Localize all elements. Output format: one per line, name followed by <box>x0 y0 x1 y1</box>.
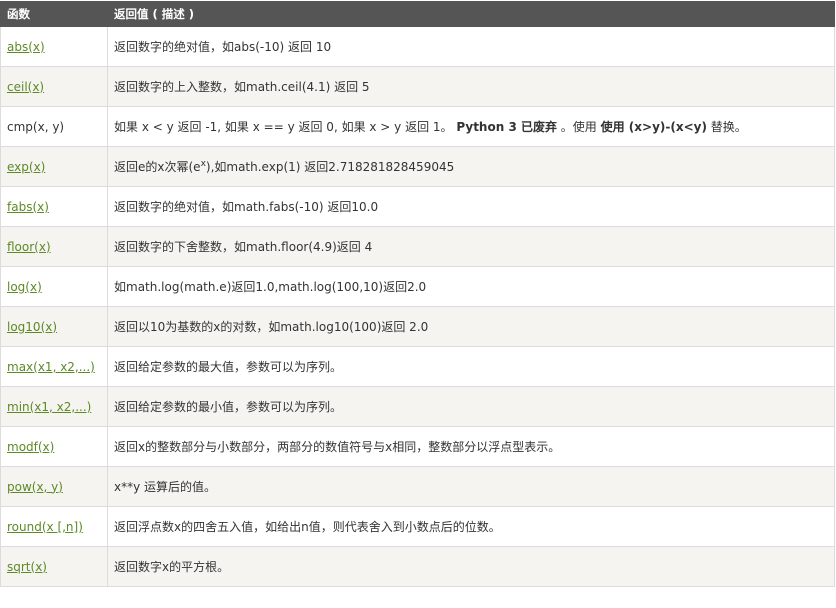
function-description: 如果 x < y 返回 -1, 如果 x == y 返回 0, 如果 x > y… <box>107 106 835 147</box>
function-link-exp[interactable]: exp(x) <box>7 160 45 174</box>
function-link-round[interactable]: round(x [,n]) <box>7 520 83 534</box>
desc-text: 。使用 <box>556 120 601 134</box>
table-row: log10(x) 返回以10为基数的x的对数，如math.log10(100)返… <box>0 306 835 347</box>
function-link-min[interactable]: min(x1, x2,...) <box>7 400 91 414</box>
table-row: log(x) 如math.log(math.e)返回1.0,math.log(1… <box>0 266 835 307</box>
table-row: exp(x) 返回e的x次幂(ex),如math.exp(1) 返回2.7182… <box>0 146 835 187</box>
function-name-cmp: cmp(x, y) <box>7 119 65 134</box>
function-link-modf[interactable]: modf(x) <box>7 440 54 454</box>
function-description: 返回数字的上入整数，如math.ceil(4.1) 返回 5 <box>107 66 835 107</box>
function-link-max[interactable]: max(x1, x2,...) <box>7 360 95 374</box>
table-row: cmp(x, y) 如果 x < y 返回 -1, 如果 x == y 返回 0… <box>0 106 835 147</box>
function-link-ceil[interactable]: ceil(x) <box>7 80 44 94</box>
header-return-value: 返回值 ( 描述 ) <box>107 1 835 27</box>
table-row: round(x [,n]) 返回浮点数x的四舍五入值，如给出n值，则代表舍入到小… <box>0 506 835 547</box>
header-row: 函数 返回值 ( 描述 ) <box>0 1 835 27</box>
function-description: 返回浮点数x的四舍五入值，如给出n值，则代表舍入到小数点后的位数。 <box>107 506 835 547</box>
desc-text: 替换。 <box>706 120 747 134</box>
function-link-abs[interactable]: abs(x) <box>7 40 45 54</box>
function-link-log[interactable]: log(x) <box>7 280 42 294</box>
function-description: 返回e的x次幂(ex),如math.exp(1) 返回2.71828182845… <box>107 146 835 187</box>
table-row: floor(x) 返回数字的下舍整数，如math.floor(4.9)返回 4 <box>0 226 835 267</box>
table-row: abs(x) 返回数字的绝对值，如abs(-10) 返回 10 <box>0 26 835 67</box>
function-link-floor[interactable]: floor(x) <box>7 240 51 254</box>
function-link-pow[interactable]: pow(x, y) <box>7 480 63 494</box>
table-row: min(x1, x2,...) 返回给定参数的最小值，参数可以为序列。 <box>0 386 835 427</box>
function-description: 返回数字x的平方根。 <box>107 546 835 587</box>
deprecated-note: Python 3 已废弃 <box>456 120 557 134</box>
function-description: 返回数字的下舍整数，如math.floor(4.9)返回 4 <box>107 226 835 267</box>
function-description: 返回数字的绝对值，如math.fabs(-10) 返回10.0 <box>107 186 835 227</box>
table-row: fabs(x) 返回数字的绝对值，如math.fabs(-10) 返回10.0 <box>0 186 835 227</box>
replacement-expression: 使用 (x>y)-(x<y) <box>600 120 707 134</box>
table-row: max(x1, x2,...) 返回给定参数的最大值，参数可以为序列。 <box>0 346 835 387</box>
desc-text: 返回e的x次幂(e <box>114 160 201 174</box>
table-row: ceil(x) 返回数字的上入整数，如math.ceil(4.1) 返回 5 <box>0 66 835 107</box>
function-link-log10[interactable]: log10(x) <box>7 320 57 334</box>
function-description: 返回给定参数的最小值，参数可以为序列。 <box>107 386 835 427</box>
function-link-fabs[interactable]: fabs(x) <box>7 200 49 214</box>
desc-text: ),如math.exp(1) 返回2.718281828459045 <box>205 160 455 174</box>
function-description: x**y 运算后的值。 <box>107 466 835 507</box>
function-description: 返回数字的绝对值，如abs(-10) 返回 10 <box>107 26 835 67</box>
math-functions-table: 函数 返回值 ( 描述 ) abs(x) 返回数字的绝对值，如abs(-10) … <box>0 1 835 587</box>
function-description: 如math.log(math.e)返回1.0,math.log(100,10)返… <box>107 266 835 307</box>
function-description: 返回以10为基数的x的对数，如math.log10(100)返回 2.0 <box>107 306 835 347</box>
function-link-sqrt[interactable]: sqrt(x) <box>7 560 47 574</box>
table-row: pow(x, y) x**y 运算后的值。 <box>0 466 835 507</box>
function-description: 返回x的整数部分与小数部分，两部分的数值符号与x相同，整数部分以浮点型表示。 <box>107 426 835 467</box>
function-description: 返回给定参数的最大值，参数可以为序列。 <box>107 346 835 387</box>
table-row: modf(x) 返回x的整数部分与小数部分，两部分的数值符号与x相同，整数部分以… <box>0 426 835 467</box>
table-row: sqrt(x) 返回数字x的平方根。 <box>0 546 835 587</box>
header-function: 函数 <box>0 1 108 27</box>
desc-text: 如果 x < y 返回 -1, 如果 x == y 返回 0, 如果 x > y… <box>114 120 457 134</box>
